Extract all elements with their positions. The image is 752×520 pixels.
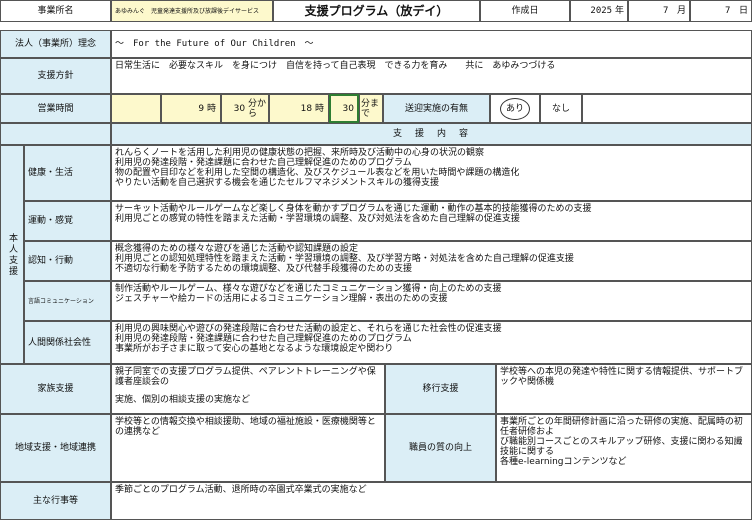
date-label: 作成日 — [480, 0, 570, 22]
community-support-content[interactable]: 学校等との情報交換や相談援助、地域の福祉施設・医療機関等との連携など — [111, 414, 385, 482]
social-relations-label: 人間関係社会性 — [24, 321, 111, 364]
hours-spacer — [111, 94, 161, 123]
end-hour-field[interactable]: 18 時 — [269, 94, 329, 123]
policy-value[interactable]: 日常生活に 必要なスキル を身につけ 自信を持って自己表現 できる力を育み 共に… — [111, 58, 752, 94]
transport-yes-circle[interactable]: あり — [500, 97, 530, 120]
events-content[interactable]: 季節ごとのプログラム活動、退所時の卒園式卒業式の実施など — [111, 482, 752, 520]
start-hour-field[interactable]: 9 時 — [161, 94, 221, 123]
transport-label: 送迎実施の有無 — [383, 94, 490, 123]
motor-sensory-content[interactable]: サーキット活動やルールゲームなど楽しく身体を動かすプログラムを通じた運動・動作の… — [111, 201, 752, 241]
staff-quality-content[interactable]: 事業所ごとの年間研修計画に沿った研修の実施、配属時の初任者研修およ び職能別コー… — [496, 414, 752, 482]
transport-blank — [582, 94, 752, 123]
health-life-label: 健康・生活 — [24, 145, 111, 201]
day-field[interactable]: 7 日 — [690, 0, 752, 22]
hours-label: 営業時間 — [0, 94, 111, 123]
support-header: 支 援 内 容 — [111, 123, 752, 145]
support-header-blank — [0, 123, 111, 145]
language-communication-label: 言語コミュニケーション — [24, 281, 111, 321]
office-name-field[interactable]: あゆみんぐ 児童発達支援所及び放課後デイサービス — [111, 0, 273, 22]
transition-support-content[interactable]: 学校等への本児の発達や特性に関する情報提供、サポートブックや関係機 — [496, 364, 752, 414]
family-support-content[interactable]: 親子同室での支援プログラム提供、ペアレントトレーニングや保護者座談会の 実施、個… — [111, 364, 385, 414]
health-life-content[interactable]: れんらくノートを活用した利用児の健康状態の把握、来所時及び活動中の心身の状況の観… — [111, 145, 752, 201]
end-min-field[interactable]: 30 — [329, 94, 359, 123]
events-label: 主な行事等 — [0, 482, 111, 520]
year-field[interactable]: 2025 年 — [570, 0, 628, 22]
philosophy-value[interactable]: ～ For the Future of Our Children ～ — [111, 30, 752, 58]
social-relations-content[interactable]: 利用児の興味関心や遊びの発達段階に合わせた活動の設定と、それらを通じた社会性の促… — [111, 321, 752, 364]
policy-label: 支援方針 — [0, 58, 111, 94]
staff-quality-label: 職員の質の向上 — [385, 414, 496, 482]
transition-support-label: 移行支援 — [385, 364, 496, 414]
transport-yes-cell[interactable]: あり — [490, 94, 540, 123]
motor-sensory-label: 運動・感覚 — [24, 201, 111, 241]
transport-no-cell[interactable]: なし — [540, 94, 582, 123]
family-support-label: 家族支援 — [0, 364, 111, 414]
philosophy-label: 法人（事業所）理念 — [0, 30, 111, 58]
page-title: 支援プログラム（放デイ） — [273, 0, 480, 22]
person-support-label: 本人支援 — [0, 145, 24, 364]
office-label: 事業所名 — [0, 0, 111, 22]
language-communication-content[interactable]: 制作活動やルールゲーム、様々な遊びなどを通じたコミュニケーション獲得・向上のため… — [111, 281, 752, 321]
until-unit: 分まで — [359, 94, 383, 123]
start-min-field[interactable]: 30 分から — [221, 94, 269, 123]
month-field[interactable]: 7 月 — [628, 0, 690, 22]
cognition-behavior-label: 認知・行動 — [24, 241, 111, 281]
cognition-behavior-content[interactable]: 概念獲得のための様々な遊びを通じた活動や認知課題の設定 利用児ごとの認知処理特性… — [111, 241, 752, 281]
community-support-label: 地域支援・地域連携 — [0, 414, 111, 482]
